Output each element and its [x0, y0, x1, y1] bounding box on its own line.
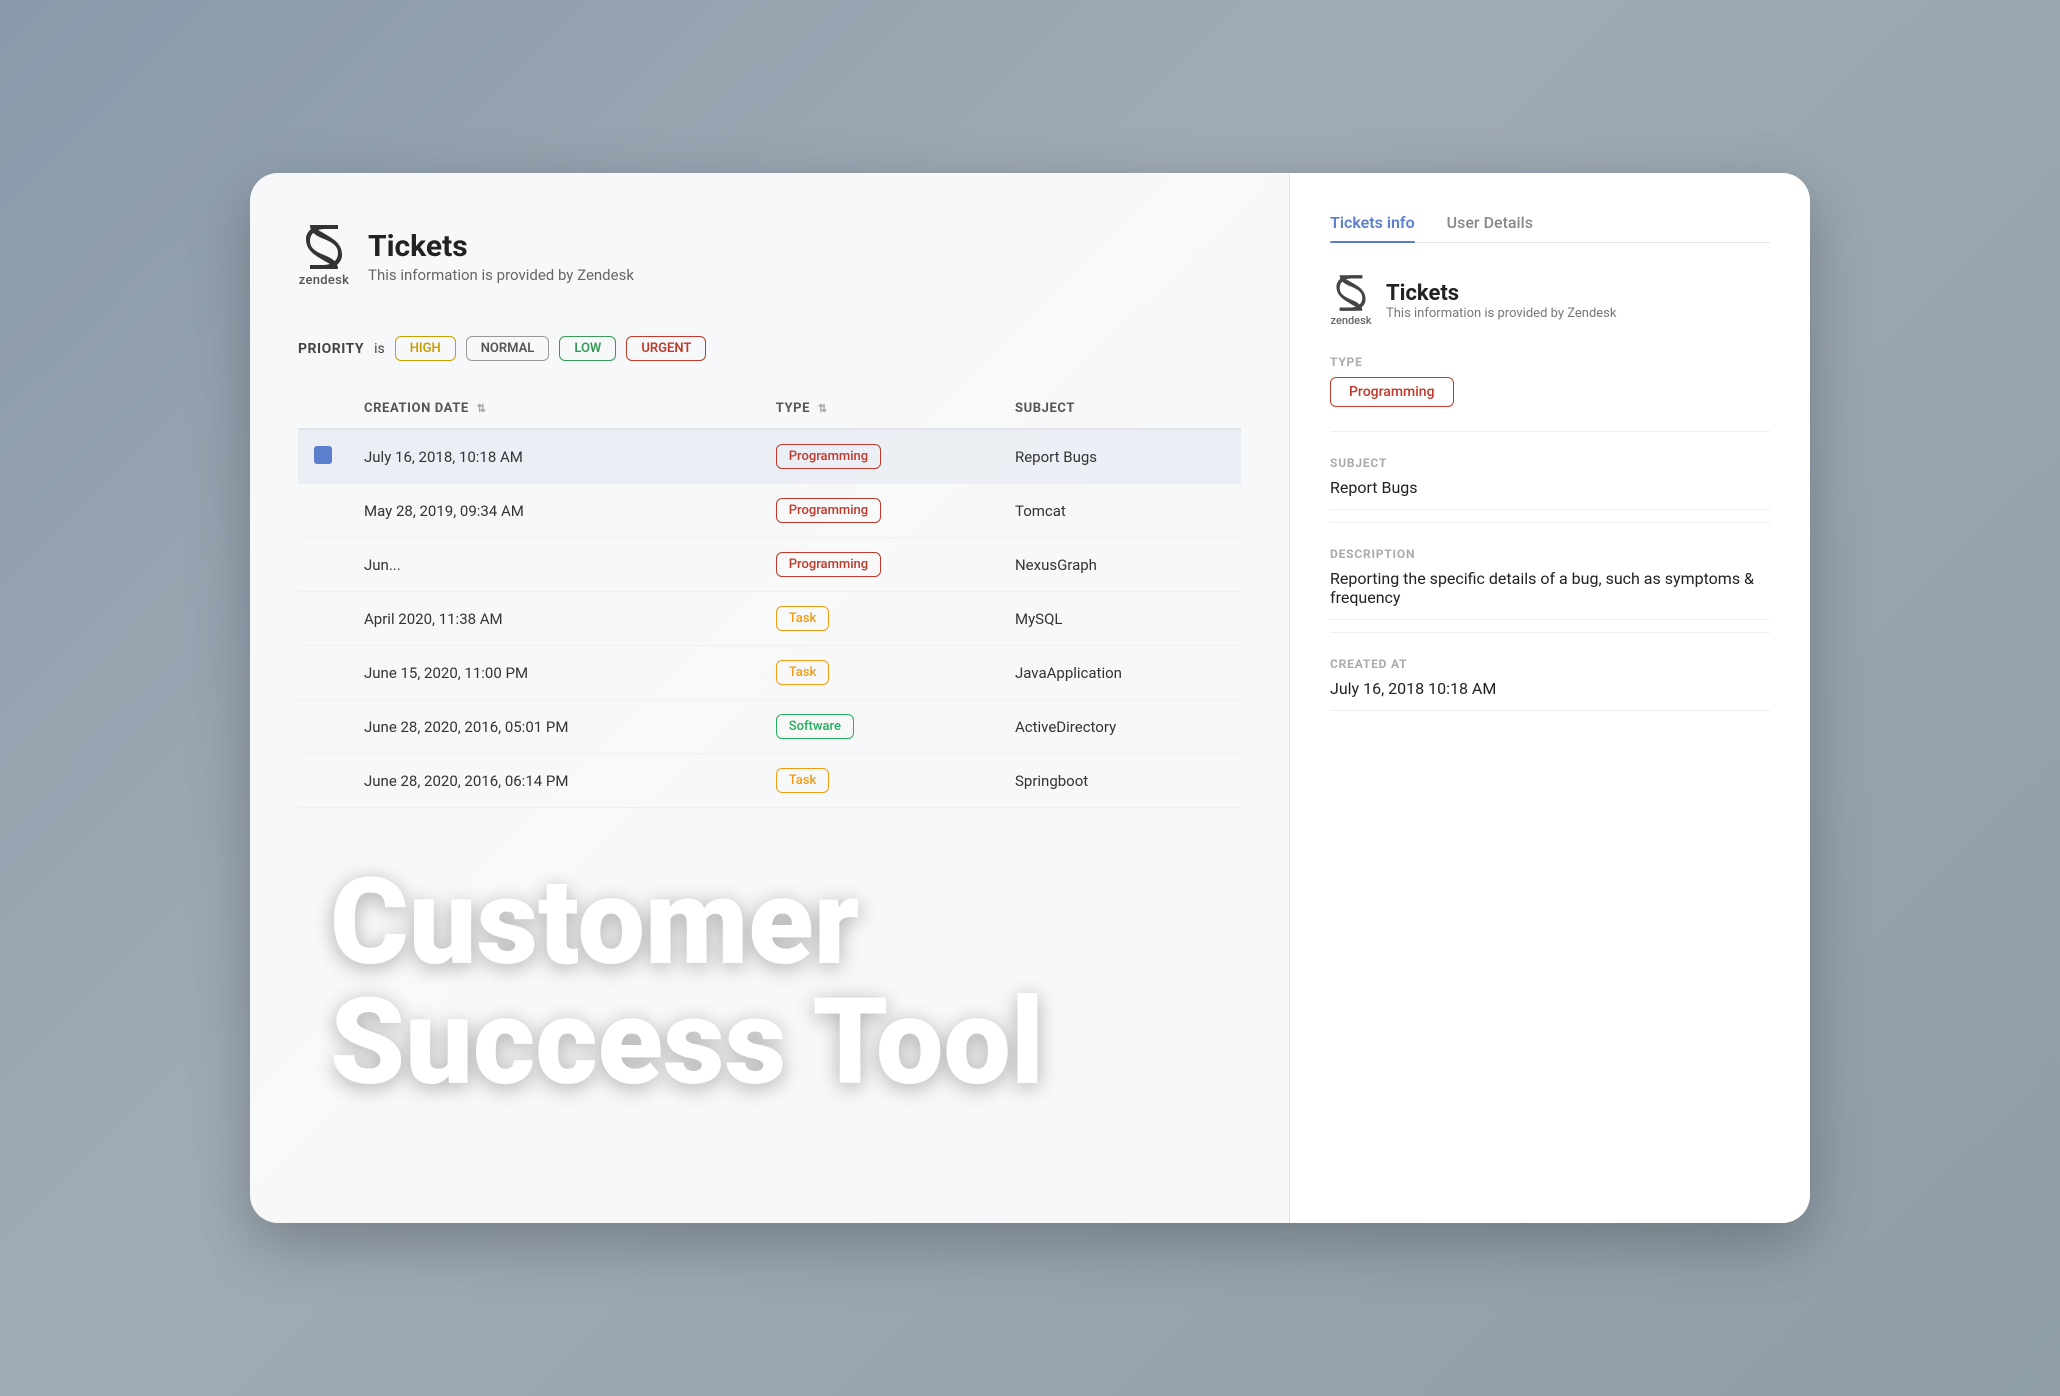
detail-description-section: DESCRIPTION Reporting the specific detai… — [1330, 547, 1770, 633]
type-badge-programming: Programming — [776, 552, 881, 577]
cell-date: Jun... — [348, 538, 760, 592]
tab-tickets-info[interactable]: Tickets info — [1330, 213, 1415, 242]
tab-user-details[interactable]: User Details — [1447, 213, 1533, 242]
cell-type: Task — [760, 592, 999, 646]
table-row[interactable]: May 28, 2019, 09:34 AM Programming Tomca… — [298, 484, 1241, 538]
cell-date: June 28, 2020, 2016, 06:14 PM — [348, 754, 760, 808]
detail-created-value: July 16, 2018 10:18 AM — [1330, 679, 1770, 711]
cell-date: June 28, 2020, 2016, 05:01 PM — [348, 700, 760, 754]
divider — [1330, 431, 1770, 432]
col-creation-date[interactable]: CREATION DATE ⇅ — [348, 389, 760, 429]
cell-subject: JavaApplication — [999, 646, 1241, 700]
badge-high[interactable]: HIGH — [395, 336, 456, 361]
right-app-title: Tickets — [1386, 281, 1616, 306]
row-indicator-cell — [298, 646, 348, 700]
app-title-block: Tickets This information is provided by … — [368, 229, 634, 284]
row-indicator-cell — [298, 429, 348, 484]
detail-created-label: CREATED AT — [1330, 657, 1770, 671]
zendesk-label-left: zendesk — [299, 273, 350, 288]
cell-type: Programming — [760, 538, 999, 592]
detail-type-value: Programming — [1330, 377, 1454, 407]
row-indicator-cell — [298, 538, 348, 592]
type-badge-software: Software — [776, 714, 854, 739]
zendesk-z-icon — [298, 225, 350, 269]
priority-filter-row: PRIORITY is HIGH NORMAL LOW URGENT — [298, 336, 1241, 361]
type-badge-task: Task — [776, 660, 830, 685]
table-row[interactable]: April 2020, 11:38 AM Task MySQL — [298, 592, 1241, 646]
priority-is-text: is — [374, 341, 385, 357]
cell-type: Programming — [760, 484, 999, 538]
detail-description-label: DESCRIPTION — [1330, 547, 1770, 561]
divider — [1330, 632, 1770, 633]
cell-subject: Tomcat — [999, 484, 1241, 538]
detail-created-section: CREATED AT July 16, 2018 10:18 AM — [1330, 657, 1770, 711]
row-indicator-cell — [298, 484, 348, 538]
badge-normal[interactable]: NORMAL — [466, 336, 550, 361]
right-zendesk-label: zendesk — [1331, 314, 1372, 327]
badge-low[interactable]: LOW — [559, 336, 616, 361]
tabs-row: Tickets info User Details — [1330, 213, 1770, 243]
table-row[interactable]: June 15, 2020, 11:00 PM Task JavaApplica… — [298, 646, 1241, 700]
app-subtitle: This information is provided by Zendesk — [368, 266, 634, 284]
overlay-line1: Customer — [330, 863, 1044, 983]
sort-icon-date: ⇅ — [477, 402, 487, 415]
table-row[interactable]: July 16, 2018, 10:18 AM Programming Repo… — [298, 429, 1241, 484]
cell-type: Task — [760, 646, 999, 700]
detail-subject-label: SUBJECT — [1330, 456, 1770, 470]
type-badge-programming: Programming — [776, 498, 881, 523]
badge-urgent[interactable]: URGENT — [626, 336, 706, 361]
col-indicator — [298, 389, 348, 429]
overlay-line2: Success Tool — [330, 983, 1044, 1103]
cell-date: June 15, 2020, 11:00 PM — [348, 646, 760, 700]
right-title-block: Tickets This information is provided by … — [1386, 281, 1616, 321]
cell-date: May 28, 2019, 09:34 AM — [348, 484, 760, 538]
sort-icon-type: ⇅ — [818, 402, 828, 415]
ticket-table: CREATION DATE ⇅ TYPE ⇅ SUBJECT July 16, … — [298, 389, 1241, 808]
zendesk-logo: zendesk — [298, 225, 350, 288]
app-header: zendesk Tickets This information is prov… — [298, 225, 1241, 288]
cell-subject: MySQL — [999, 592, 1241, 646]
row-selected-indicator — [314, 446, 332, 464]
col-subject[interactable]: SUBJECT — [999, 389, 1241, 429]
cell-subject: NexusGraph — [999, 538, 1241, 592]
right-app-header: zendesk Tickets This information is prov… — [1330, 275, 1770, 327]
table-row[interactable]: Jun... Programming NexusGraph — [298, 538, 1241, 592]
detail-description-value: Reporting the specific details of a bug,… — [1330, 569, 1770, 620]
col-type[interactable]: TYPE ⇅ — [760, 389, 999, 429]
right-app-subtitle: This information is provided by Zendesk — [1386, 306, 1616, 321]
overlay-text: Customer Success Tool — [330, 863, 1044, 1103]
cell-type: Programming — [760, 429, 999, 484]
cell-type: Task — [760, 754, 999, 808]
type-badge-task: Task — [776, 606, 830, 631]
cell-type: Software — [760, 700, 999, 754]
table-header: CREATION DATE ⇅ TYPE ⇅ SUBJECT — [298, 389, 1241, 429]
right-zendesk-z-icon — [1330, 275, 1372, 311]
table-row[interactable]: June 28, 2020, 2016, 05:01 PM Software A… — [298, 700, 1241, 754]
detail-subject-section: SUBJECT Report Bugs — [1330, 456, 1770, 523]
row-indicator-cell — [298, 700, 348, 754]
right-zendesk-logo: zendesk — [1330, 275, 1372, 327]
cell-subject: ActiveDirectory — [999, 700, 1241, 754]
row-indicator-cell — [298, 592, 348, 646]
cell-subject: Springboot — [999, 754, 1241, 808]
divider — [1330, 522, 1770, 523]
detail-type-section: TYPE Programming — [1330, 355, 1770, 432]
type-badge-task: Task — [776, 768, 830, 793]
table-row[interactable]: June 28, 2020, 2016, 06:14 PM Task Sprin… — [298, 754, 1241, 808]
table-body: July 16, 2018, 10:18 AM Programming Repo… — [298, 429, 1241, 808]
cell-subject: Report Bugs — [999, 429, 1241, 484]
type-badge-programming: Programming — [776, 444, 881, 469]
app-title: Tickets — [368, 229, 634, 264]
row-indicator-cell — [298, 754, 348, 808]
cell-date: April 2020, 11:38 AM — [348, 592, 760, 646]
detail-type-label: TYPE — [1330, 355, 1770, 369]
right-panel: Tickets info User Details zendesk Ticket… — [1290, 173, 1810, 1223]
cell-date: July 16, 2018, 10:18 AM — [348, 429, 760, 484]
priority-label: PRIORITY — [298, 341, 364, 357]
detail-subject-value: Report Bugs — [1330, 478, 1770, 510]
